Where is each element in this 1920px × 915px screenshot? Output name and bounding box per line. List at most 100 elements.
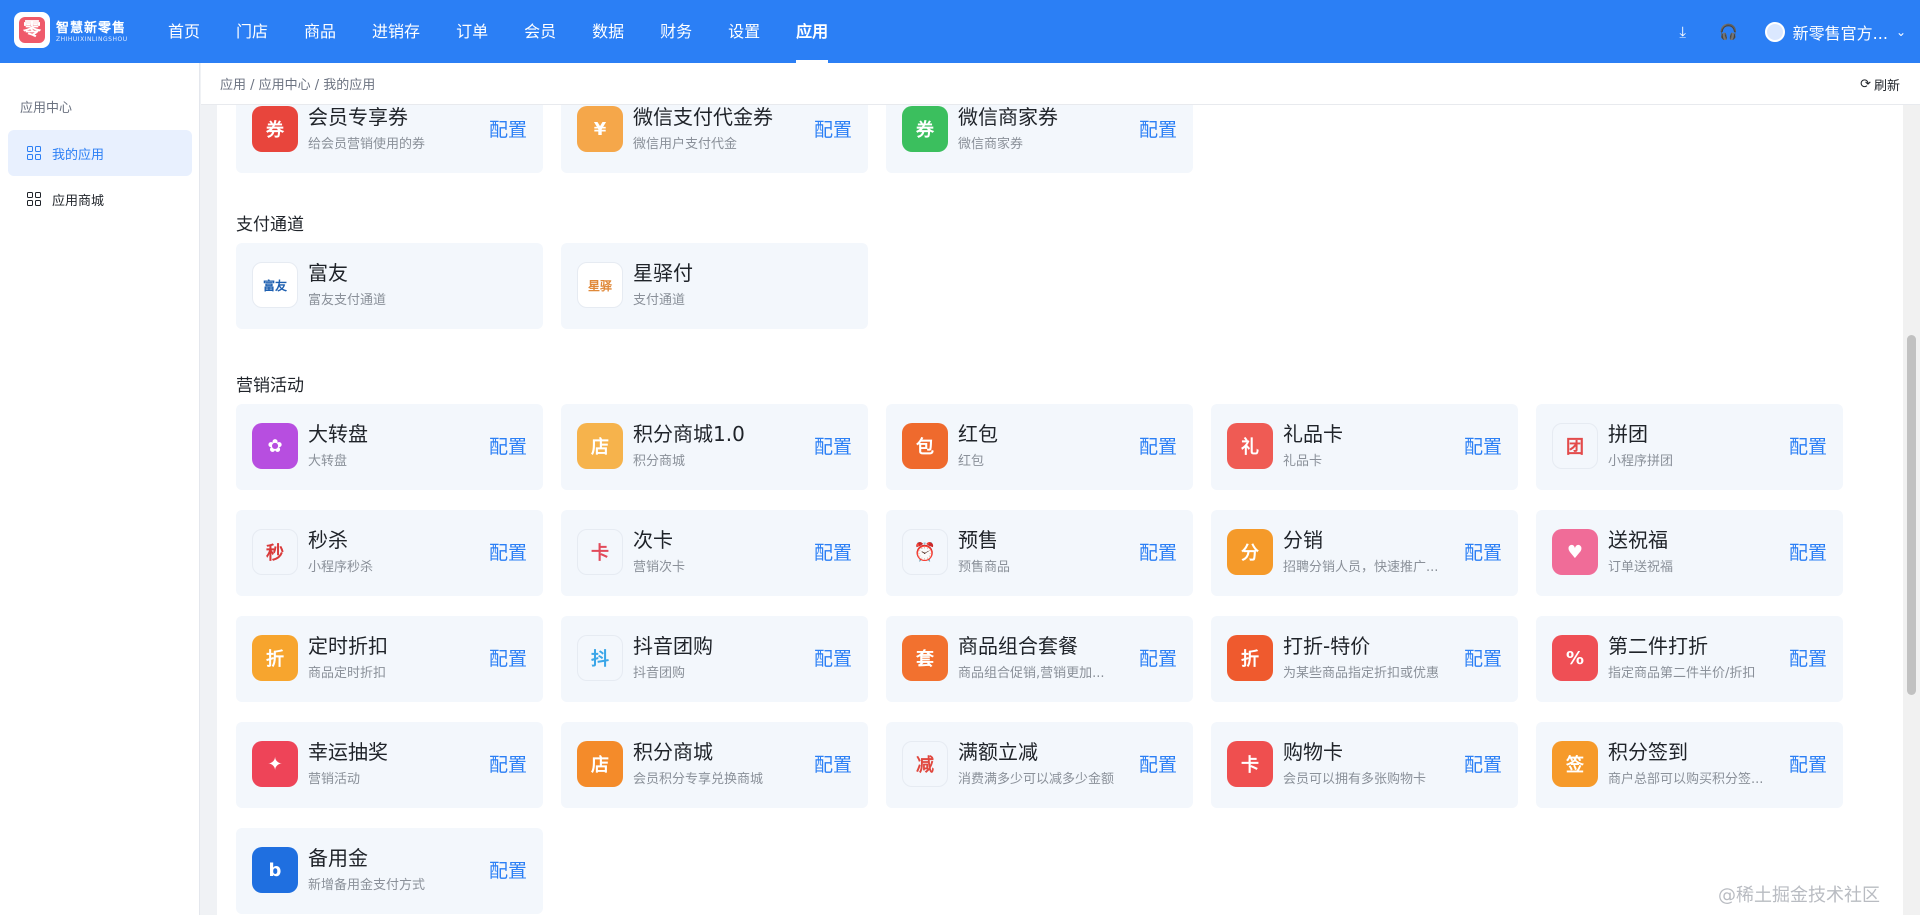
app-name: 预售 — [958, 528, 998, 552]
app-description: 预售商品 — [958, 560, 1011, 575]
app-card[interactable]: 包红包 红包 配置 — [886, 404, 1193, 490]
app-description: 微信商家券 — [958, 137, 1024, 152]
app-card[interactable]: % 第二件打折 指定商品第二件半价/折扣 配置 — [1536, 616, 1843, 702]
app-card[interactable]: 券会员专享券 给会员营销使用的券 配置 — [236, 105, 543, 173]
app-card[interactable]: 店积分商城 会员积分专享兑换商城 配置 — [561, 722, 868, 808]
refresh-button[interactable]: ⟳ 刷新 — [1860, 75, 1900, 94]
wheel-icon: ✿ — [252, 423, 298, 469]
nav-item[interactable]: 订单 — [438, 0, 506, 63]
configure-button[interactable]: 配置 — [489, 750, 527, 777]
app-card[interactable]: 星驿 星驿付支付通道 — [561, 243, 868, 329]
app-description: 新增备用金支付方式 — [308, 878, 426, 893]
app-card[interactable]: 减满额立减 消费满多少可以减多少金额 配置 — [886, 722, 1193, 808]
app-card[interactable]: 套商品组合套餐 商品组合促销,营销更加... 配置 — [886, 616, 1193, 702]
app-card[interactable]: ♥ 送祝福 订单送祝福 配置 — [1536, 510, 1843, 596]
headset-icon[interactable]: 🎧 — [1719, 22, 1739, 42]
nav-item[interactable]: 会员 — [506, 0, 574, 63]
app-name: 拼团 — [1608, 422, 1648, 446]
configure-button[interactable]: 配置 — [814, 432, 852, 459]
configure-button[interactable]: 配置 — [1789, 644, 1827, 671]
combo-icon: 套 — [902, 635, 948, 681]
scrollbar[interactable] — [1903, 105, 1920, 915]
app-name: 满额立减 — [958, 740, 1038, 764]
configure-button[interactable]: 配置 — [489, 538, 527, 565]
app-card[interactable]: 富友 富友 富友支付通道 — [236, 243, 543, 329]
app-description: 微信用户支付代金 — [633, 137, 738, 152]
app-card[interactable]: 店积分商城1.0 积分商城 配置 — [561, 404, 868, 490]
configure-button[interactable]: 配置 — [1464, 538, 1502, 565]
app-name: 会员专享券 — [308, 105, 408, 129]
app-name: 抖音团购 — [633, 634, 713, 658]
sidebar-item-app-store[interactable]: 应用商城 — [8, 176, 192, 222]
app-name: 第二件打折 — [1608, 634, 1708, 658]
brand-logo[interactable]: 零 智慧新零售 ZHIHUIXINLINGSHOU — [14, 12, 128, 48]
app-card[interactable]: 抖抖音团购 抖音团购 配置 — [561, 616, 868, 702]
app-card[interactable]: 秒秒杀 小程序秒杀 配置 — [236, 510, 543, 596]
app-description: 营销活动 — [308, 772, 361, 787]
app-card[interactable]: 折定时折扣 商品定时折扣 配置 — [236, 616, 543, 702]
sidebar-item-my-apps[interactable]: 我的应用 — [8, 130, 192, 176]
nav-item[interactable]: 设置 — [710, 0, 778, 63]
app-description: 会员可以拥有多张购物卡 — [1283, 772, 1427, 787]
configure-button[interactable]: 配置 — [814, 538, 852, 565]
app-name: 星驿付 — [633, 261, 693, 285]
configure-button[interactable]: 配置 — [1139, 750, 1177, 777]
app-card[interactable]: 卡购物卡 会员可以拥有多张购物卡 配置 — [1211, 722, 1518, 808]
nav-item[interactable]: 首页 — [150, 0, 218, 63]
app-description: 红包 — [958, 454, 985, 469]
nav-item[interactable]: 进销存 — [354, 0, 438, 63]
configure-button[interactable]: 配置 — [1789, 432, 1827, 459]
logo-icon: 零 — [14, 12, 50, 48]
configure-button[interactable]: 配置 — [489, 856, 527, 883]
configure-button[interactable]: 配置 — [1464, 644, 1502, 671]
app-card[interactable]: ✿ 大转盘 大转盘 配置 — [236, 404, 543, 490]
top-nav-bar: 零 智慧新零售 ZHIHUIXINLINGSHOU 首页 门店 商品 进销存 订单 会员数… — [0, 0, 1920, 63]
app-card[interactable]: 卡次卡 营销次卡 配置 — [561, 510, 868, 596]
app-description: 商品组合促销,营销更加... — [958, 666, 1105, 681]
configure-button[interactable]: 配置 — [1464, 750, 1502, 777]
app-card[interactable]: 签积分签到 商户总部可以购买积分签... 配置 — [1536, 722, 1843, 808]
gift-card-icon: 礼 — [1227, 423, 1273, 469]
app-card[interactable]: 分分销 招聘分销人员，快速推广... 配置 — [1211, 510, 1518, 596]
configure-button[interactable]: 配置 — [489, 115, 527, 142]
app-card[interactable]: 团拼团 小程序拼团 配置 — [1536, 404, 1843, 490]
configure-button[interactable]: 配置 — [1789, 750, 1827, 777]
configure-button[interactable]: 配置 — [1139, 432, 1177, 459]
grid-icon — [27, 192, 41, 206]
configure-button[interactable]: 配置 — [489, 644, 527, 671]
configure-button[interactable]: 配置 — [1139, 644, 1177, 671]
app-name: 礼品卡 — [1283, 422, 1343, 446]
app-name: 积分签到 — [1608, 740, 1688, 764]
configure-button[interactable]: 配置 — [814, 644, 852, 671]
configure-button[interactable]: 配置 — [1464, 432, 1502, 459]
app-description: 消费满多少可以减多少金额 — [958, 772, 1115, 787]
configure-button[interactable]: 配置 — [814, 750, 852, 777]
scrollbar-thumb[interactable] — [1907, 335, 1916, 695]
configure-button[interactable]: 配置 — [1139, 538, 1177, 565]
nav-item[interactable]: 应用 — [778, 0, 846, 63]
breadcrumb-bar: 应用 / 应用中心 / 我的应用 ⟳ 刷新 — [201, 63, 1920, 105]
app-card[interactable]: ¥ 微信支付代金券 微信用户支付代金 配置 — [561, 105, 868, 173]
refresh-label: 刷新 — [1873, 79, 1900, 94]
download-icon[interactable]: ⤓ — [1673, 22, 1693, 42]
app-card[interactable]: 礼礼品卡 礼品卡 配置 — [1211, 404, 1518, 490]
app-name: 分销 — [1283, 528, 1323, 552]
app-card[interactable]: 券微信商家券 微信商家券 配置 — [886, 105, 1193, 173]
nav-item[interactable]: 数据 — [574, 0, 642, 63]
app-description: 支付通道 — [633, 293, 686, 308]
configure-button[interactable]: 配置 — [814, 115, 852, 142]
configure-button[interactable]: 配置 — [489, 432, 527, 459]
xingyifu-icon: 星驿 — [577, 262, 623, 308]
nav-item[interactable]: 商品 — [286, 0, 354, 63]
nav-item[interactable]: 门店 — [218, 0, 286, 63]
user-menu[interactable]: 新零售官方... ⌄ — [1764, 20, 1906, 44]
configure-button[interactable]: 配置 — [1139, 115, 1177, 142]
app-card[interactable]: ✦ 幸运抽奖 营销活动 配置 — [236, 722, 543, 808]
configure-button[interactable]: 配置 — [1789, 538, 1827, 565]
card-icon: 卡 — [577, 529, 623, 575]
app-description: 指定商品第二件半价/折扣 — [1608, 666, 1756, 681]
app-card[interactable]: b 备用金 新增备用金支付方式 配置 — [236, 828, 543, 914]
app-card[interactable]: 折打折-特价 为某些商品指定折扣或优惠 配置 — [1211, 616, 1518, 702]
nav-item[interactable]: 财务 — [642, 0, 710, 63]
app-card[interactable]: ⏰ 预售 预售商品 配置 — [886, 510, 1193, 596]
